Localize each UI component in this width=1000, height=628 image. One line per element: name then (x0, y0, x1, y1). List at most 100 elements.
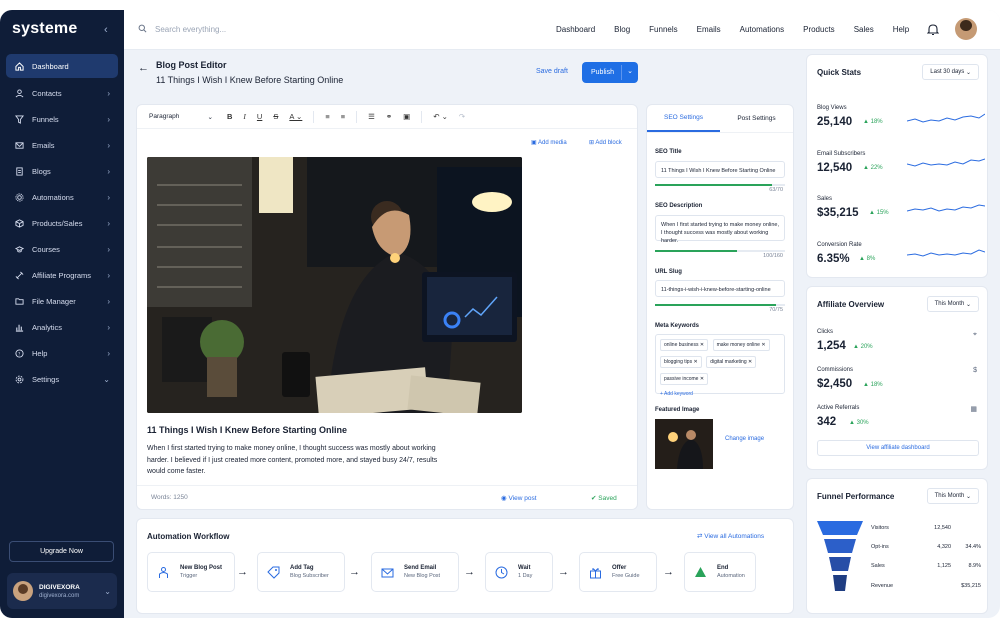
top-nav-emails[interactable]: Emails (697, 25, 721, 34)
sidebar-item-settings[interactable]: Settings ⌄ (6, 366, 118, 392)
paragraph-style-select[interactable]: Paragraph ⌄ (149, 113, 213, 121)
strikethrough-icon[interactable]: S (273, 112, 278, 121)
period-select[interactable]: Last 30 days ⌄ (922, 64, 979, 80)
divider (313, 110, 315, 123)
workflow-step[interactable]: Wait 1 Day (485, 552, 553, 592)
keyword-tag[interactable]: make money online ✕ (712, 339, 770, 351)
keyword-text: digital marketing (710, 359, 747, 365)
user-menu[interactable]: DIGIVEXORA digivexora.com ⌄ (7, 573, 117, 609)
keyword-tag[interactable]: online business ✕ (660, 339, 709, 351)
sidebar-item-file-manager[interactable]: File Manager › (6, 288, 118, 314)
top-nav-automations[interactable]: Automations (740, 25, 784, 34)
search-input[interactable]: Search everything... (138, 24, 226, 35)
workflow-step[interactable]: End Automation (684, 552, 756, 592)
period-select[interactable]: This Month ⌄ (926, 296, 979, 312)
tab-seo-settings[interactable]: SEO Settings (647, 105, 720, 132)
close-icon[interactable]: ✕ (761, 342, 765, 348)
upgrade-button[interactable]: Upgrade Now (9, 541, 114, 562)
align-center-icon[interactable]: ≡ (341, 112, 345, 121)
post-title[interactable]: 11 Things I Wish I Knew Before Starting … (147, 425, 347, 435)
post-hero-image[interactable] (147, 157, 522, 413)
step-name: End (717, 565, 729, 571)
funnel-stage-sales (829, 557, 851, 571)
bold-icon[interactable]: B (227, 112, 232, 121)
url-slug-field[interactable]: 11-things-i-wish-i-knew-before-starting-… (655, 280, 785, 297)
italic-icon[interactable]: I (243, 112, 246, 121)
bell-icon[interactable] (926, 23, 940, 41)
stat-label: Commissions (817, 367, 854, 373)
top-nav-funnels[interactable]: Funnels (649, 25, 677, 34)
sidebar-item-emails[interactable]: Emails › (6, 132, 118, 158)
top-nav-dashboard[interactable]: Dashboard (556, 25, 595, 34)
publish-button[interactable]: Publish ⌄ (582, 62, 638, 83)
view-all-automations-link[interactable]: ⇄ View all Automations (697, 532, 764, 540)
add-keyword-button[interactable]: + Add keyword (660, 390, 780, 398)
link-icon[interactable]: ⚭ (386, 112, 392, 121)
view-affiliate-dashboard-button[interactable]: View affiliate dashboard (817, 440, 979, 456)
stat-change-value: 20% (860, 344, 873, 350)
seo-title-progress-fill (655, 184, 772, 186)
period-select[interactable]: This Month ⌄ (926, 488, 979, 504)
redo-icon[interactable]: ↷ (459, 112, 465, 121)
step-name: Add Tag (290, 565, 314, 571)
sidebar-item-contacts[interactable]: Contacts › (6, 80, 118, 106)
seo-description-field[interactable]: When I first started trying to make mone… (655, 215, 785, 244)
chevron-down-icon[interactable]: ⌄ (627, 67, 633, 75)
keyword-tag[interactable]: passive income ✕ (660, 373, 709, 385)
stat-change: ▲ 18% (863, 382, 883, 388)
top-nav-blog[interactable]: Blog (614, 25, 630, 34)
featured-image-thumbnail[interactable] (655, 419, 713, 469)
sidebar-item-automations[interactable]: Automations › (6, 184, 118, 210)
image-icon[interactable]: ▣ (403, 112, 410, 121)
workflow-title: Automation Workflow (147, 532, 230, 541)
close-icon[interactable]: ✕ (700, 342, 704, 348)
svg-text:?: ? (18, 351, 21, 357)
cap-icon (14, 244, 24, 254)
workflow-step[interactable]: Add Tag Blog Subscriber (257, 552, 345, 592)
seo-title-field[interactable]: 11 Things I Wish I Knew Before Starting … (655, 161, 785, 178)
tab-post-settings[interactable]: Post Settings (720, 105, 793, 132)
sidebar-item-label: Emails (32, 140, 55, 150)
sidebar-item-blogs[interactable]: Blogs › (6, 158, 118, 184)
add-block-button[interactable]: ⊞ Add block (589, 139, 622, 146)
sidebar-item-affiliate-programs[interactable]: Affiliate Programs › (6, 262, 118, 288)
help-icon: ? (14, 348, 24, 358)
close-icon[interactable]: ✕ (693, 359, 697, 365)
align-left-icon[interactable]: ≡ (325, 112, 329, 121)
collapse-sidebar-icon[interactable]: ‹ (104, 24, 108, 36)
sidebar-item-courses[interactable]: Courses › (6, 236, 118, 262)
sidebar-item-label: Courses (32, 244, 60, 254)
funnel-row-value: 12,540 (934, 525, 951, 531)
post-body[interactable]: When I first started trying to make mone… (147, 443, 447, 478)
funnel-stage-visitors (817, 521, 863, 535)
workflow-step[interactable]: Send Email New Blog Post (371, 552, 459, 592)
sidebar-item-dashboard[interactable]: Dashboard (6, 54, 118, 78)
meta-keywords-label: Meta Keywords (655, 323, 700, 329)
stat-change: ▲ 8% (859, 256, 876, 262)
sidebar-item-help[interactable]: ? Help › (6, 340, 118, 366)
top-nav-products[interactable]: Products (803, 25, 835, 34)
top-nav-sales[interactable]: Sales (854, 25, 874, 34)
workflow-step[interactable]: New Blog Post Trigger (147, 552, 235, 592)
close-icon[interactable]: ✕ (748, 359, 752, 365)
sidebar-item-analytics[interactable]: Analytics › (6, 314, 118, 340)
undo-icon[interactable]: ↶ ⌄ (433, 112, 448, 121)
underline-icon[interactable]: U (257, 112, 262, 121)
top-nav-help[interactable]: Help (893, 25, 909, 34)
add-media-button[interactable]: ▣ Add media (531, 139, 567, 146)
bullet-list-icon[interactable]: ☰ (368, 112, 375, 121)
workflow-step[interactable]: Offer Free Guide (579, 552, 657, 592)
change-image-button[interactable]: Change image (725, 436, 764, 442)
back-arrow-icon[interactable]: ← (138, 62, 149, 74)
keyword-tag[interactable]: digital marketing ✕ (706, 356, 757, 368)
save-draft-button[interactable]: Save draft (536, 68, 568, 75)
close-icon[interactable]: ✕ (700, 376, 704, 382)
view-post-link[interactable]: ◉ View post (501, 494, 537, 502)
sidebar-item-funnels[interactable]: Funnels › (6, 106, 118, 132)
stat-change-value: 18% (870, 382, 883, 388)
keyword-tag[interactable]: blogging tips ✕ (660, 356, 702, 368)
text-color-icon[interactable]: A ⌄ (289, 112, 302, 121)
avatar[interactable] (955, 18, 977, 40)
sidebar-item-products-sales[interactable]: Products/Sales › (6, 210, 118, 236)
meta-keywords-field[interactable]: online business ✕ make money online ✕ bl… (655, 334, 785, 397)
